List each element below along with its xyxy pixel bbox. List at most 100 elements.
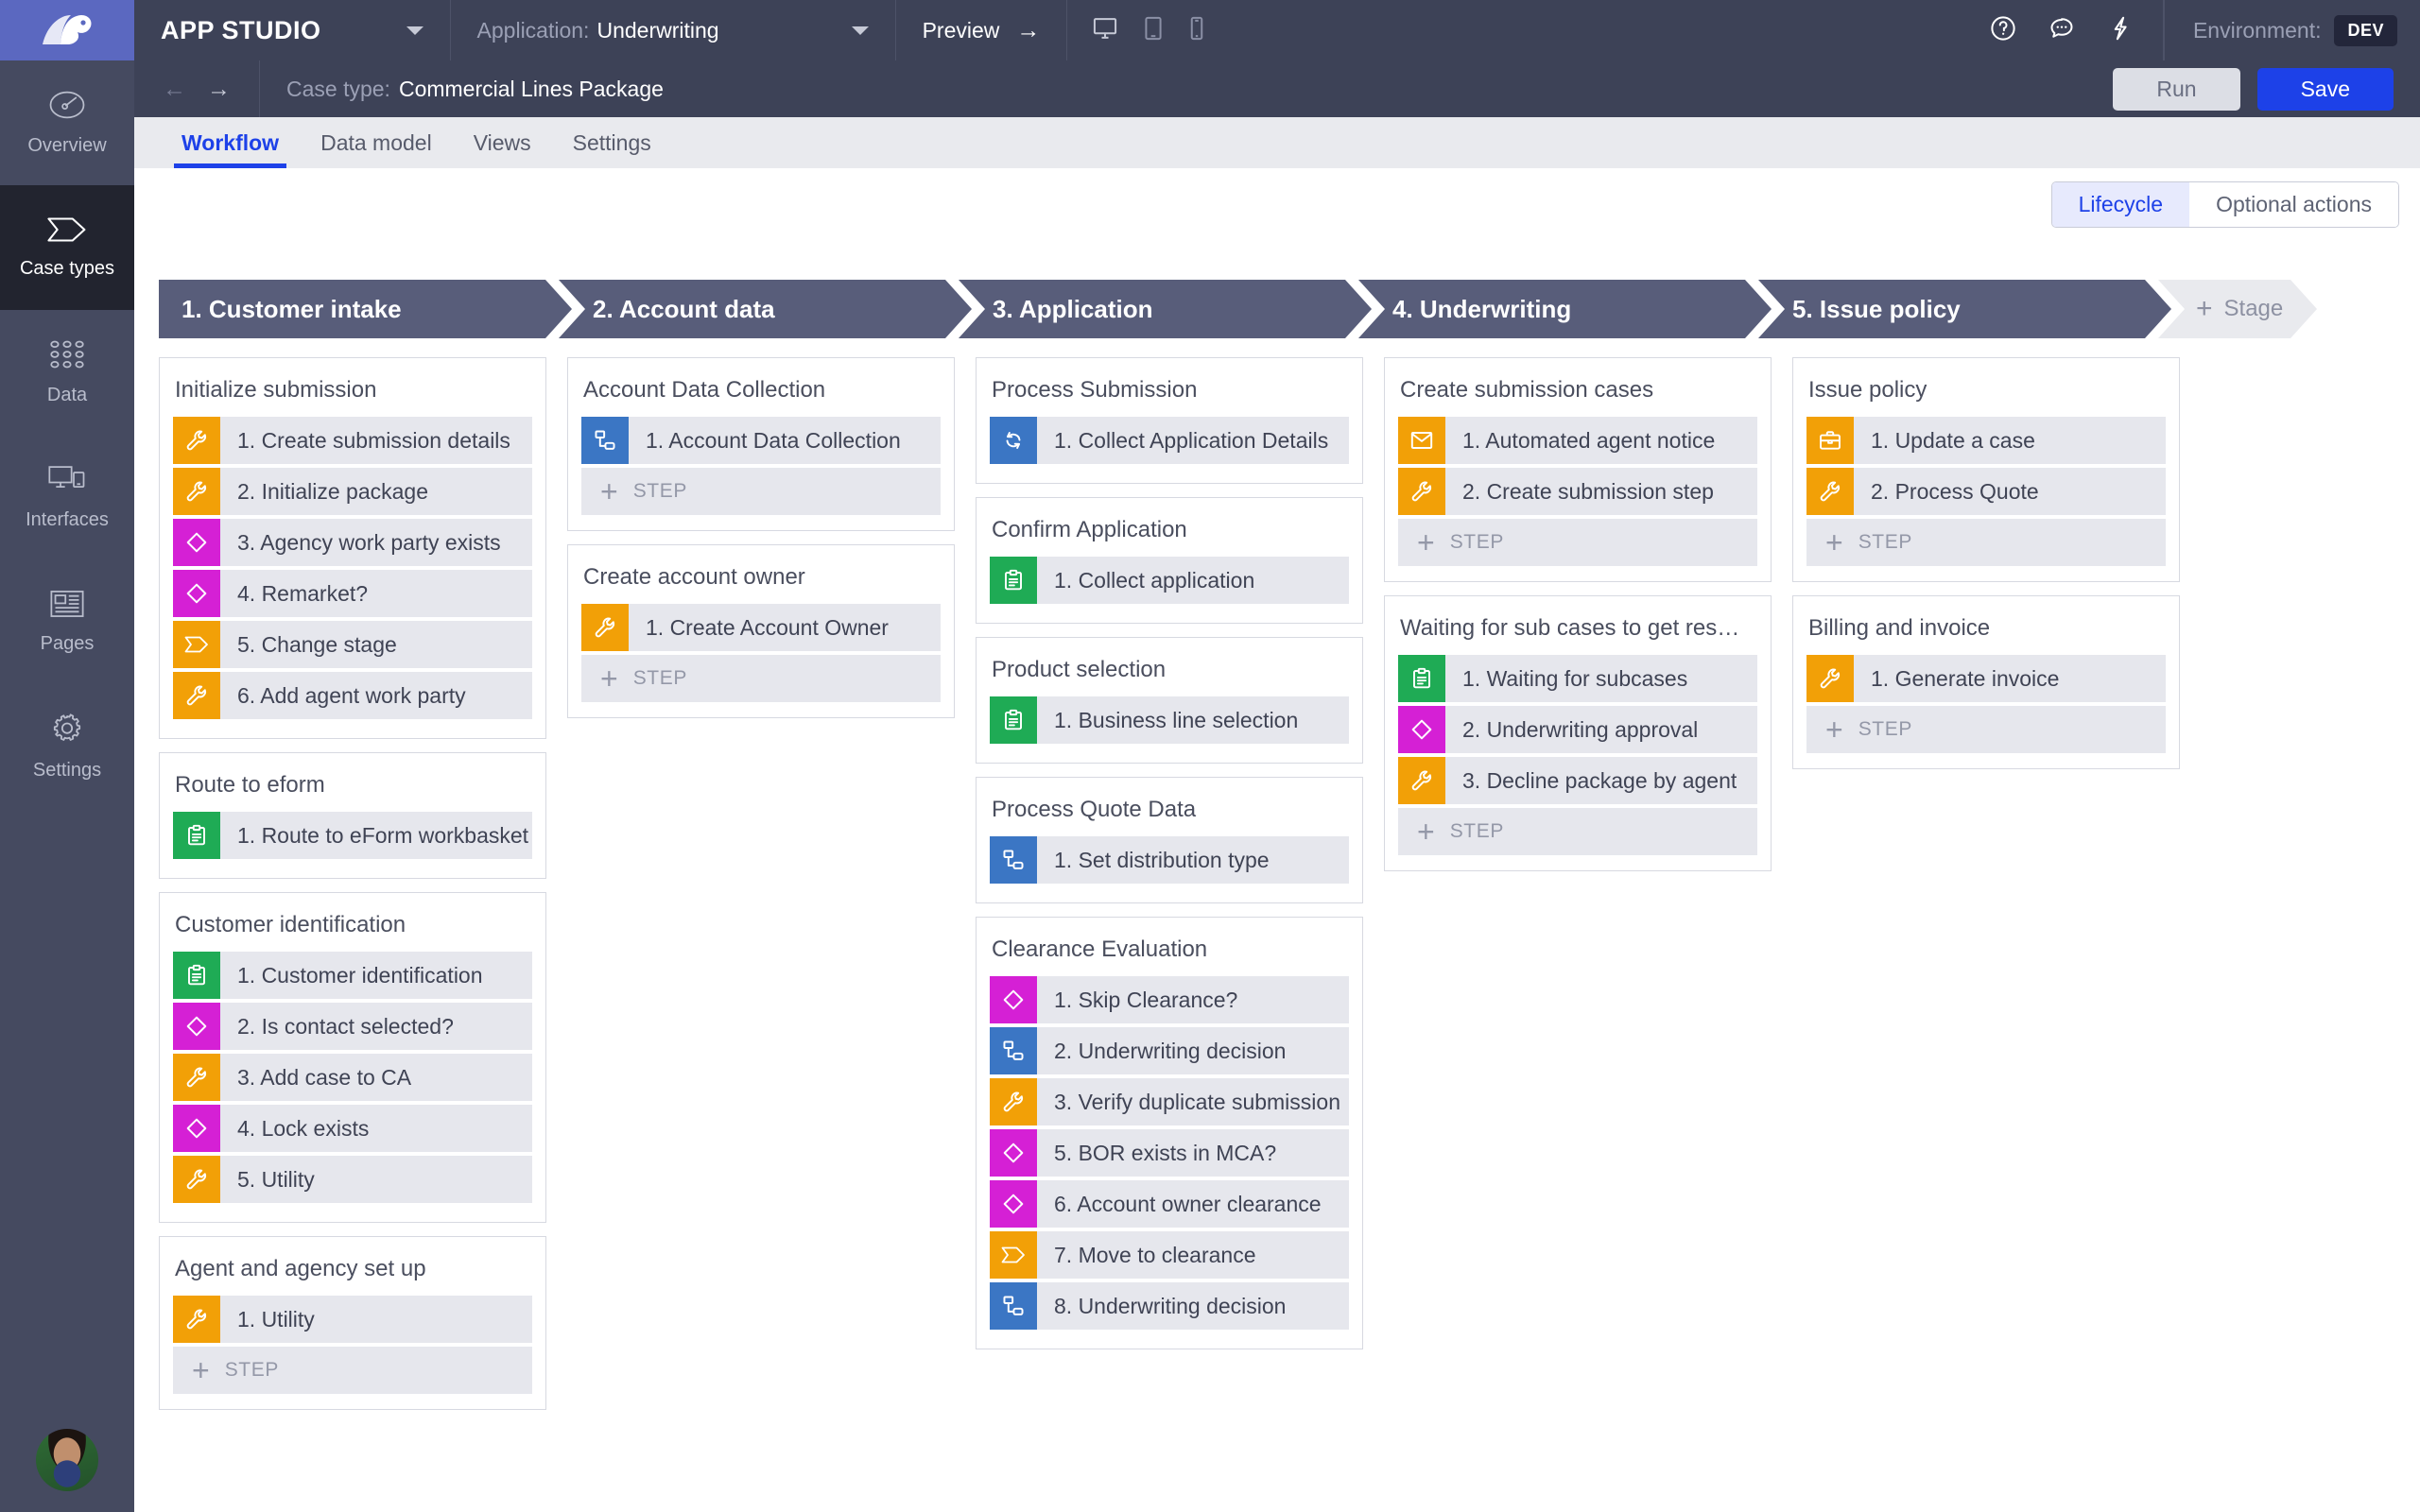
add-step-button[interactable]: + STEP [581,468,941,515]
stage-header[interactable]: 3. Application [959,280,1372,338]
workflow-step[interactable]: 2. Create submission step [1398,468,1757,515]
tab-views[interactable]: Views [453,130,552,168]
tablet-icon[interactable] [1143,15,1164,46]
step-label: 1. Route to eForm workbasket [237,822,529,848]
workflow-step[interactable]: 8. Underwriting decision [990,1282,1349,1330]
step-label: 1. Generate invoice [1871,665,2060,691]
workflow-step[interactable]: 3. Agency work party exists [173,519,532,566]
process-card[interactable]: Route to eform 1. Route to eForm workbas… [159,752,546,879]
stage-column: Account Data Collection 1. Account Data … [567,357,955,1410]
workflow-step[interactable]: 6. Account owner clearance [990,1180,1349,1228]
process-card[interactable]: Process Submission 1. Collect Applicatio… [976,357,1363,484]
process-card[interactable]: Agent and agency set up 1. Utility + STEP [159,1236,546,1410]
process-card[interactable]: Billing and invoice 1. Generate invoice +… [1792,595,2180,769]
app-studio-menu[interactable]: APP STUDIO [134,0,451,60]
workflow-step[interactable]: 4. Remarket? [173,570,532,617]
process-card[interactable]: Initialize submission 1. Create submissi… [159,357,546,739]
workflow-step[interactable]: 7. Move to clearance [990,1231,1349,1279]
chat-icon[interactable] [2048,14,2076,47]
avatar[interactable] [36,1429,98,1491]
workflow-step[interactable]: 5. Change stage [173,621,532,668]
workflow-step[interactable]: 1. Business line selection [990,696,1349,744]
chevron-down-icon[interactable] [406,26,424,35]
workflow-step[interactable]: 1. Waiting for subcases [1398,655,1757,702]
process-card[interactable]: Waiting for sub cases to get res… 1. Wai… [1384,595,1772,871]
workflow-step[interactable]: 6. Add agent work party [173,672,532,719]
workflow-step[interactable]: 1. Update a case [1806,417,2166,464]
workflow-step[interactable]: 1. Automated agent notice [1398,417,1757,464]
add-step-button[interactable]: + STEP [173,1347,532,1394]
workflow-step[interactable]: 1. Generate invoice [1806,655,2166,702]
workflow-step[interactable]: 1. Utility [173,1296,532,1343]
process-card[interactable]: Create submission cases 1. Automated age… [1384,357,1772,582]
workflow-step[interactable]: 1. Route to eForm workbasket [173,812,532,859]
workflow-step[interactable]: 1. Set distribution type [990,836,1349,884]
toggle-lifecycle[interactable]: Lifecycle [2051,182,2190,227]
workflow-step[interactable]: 3. Add case to CA [173,1054,532,1101]
stage-header[interactable]: 1. Customer intake [159,280,572,338]
process-card[interactable]: Confirm Application 1. Collect applicati… [976,497,1363,624]
workflow-step[interactable]: 1. Account Data Collection [581,417,941,464]
workflow-step[interactable]: 1. Create submission details [173,417,532,464]
workflow-step[interactable]: 1. Collect application [990,557,1349,604]
toggle-optional-actions[interactable]: Optional actions [2189,182,2398,227]
process-card[interactable]: Customer identification 1. Customer iden… [159,892,546,1223]
application-label: Application: [476,17,590,43]
tab-workflow[interactable]: Workflow [161,130,300,168]
workflow-step[interactable]: 2. Process Quote [1806,468,2166,515]
process-card[interactable]: Issue policy 1. Update a case 2. Process… [1792,357,2180,582]
stage-header[interactable]: 2. Account data [559,280,972,338]
workflow-step[interactable]: 1. Skip Clearance? [990,976,1349,1023]
stage-header[interactable]: 4. Underwriting [1358,280,1772,338]
process-title: Confirm Application [992,517,1187,542]
workflow-step[interactable]: 2. Initialize package [173,468,532,515]
workflow-step[interactable]: 5. BOR exists in MCA? [990,1129,1349,1177]
add-step-label: STEP [1449,531,1504,553]
add-step-button[interactable]: + STEP [1806,706,2166,753]
add-stage-button[interactable]: + Stage [2158,280,2317,338]
sidebar-item-pages[interactable]: Pages [0,559,134,684]
workflow-step[interactable]: 3. Verify duplicate submission [990,1078,1349,1125]
sidebar-item-case-types[interactable]: Case types [0,185,134,310]
run-button[interactable]: Run [2113,67,2240,111]
add-step-button[interactable]: + STEP [1806,519,2166,566]
process-card[interactable]: Create account owner 1. Create Account O… [567,544,955,718]
preview-button[interactable]: Preview → [896,0,1068,60]
lightning-icon[interactable] [2106,14,2135,47]
process-card[interactable]: Account Data Collection 1. Account Data … [567,357,955,531]
workflow-step[interactable]: 2. Underwriting approval [1398,706,1757,753]
add-step-button[interactable]: + STEP [1398,519,1757,566]
workflow-step[interactable]: 1. Collect Application Details [990,417,1349,464]
chevron-down-icon[interactable] [851,26,869,35]
process-card[interactable]: Process Quote Data 1. Set distribution t… [976,777,1363,903]
add-step-button[interactable]: + STEP [581,655,941,702]
pega-logo-icon[interactable] [0,0,134,60]
process-card[interactable]: Clearance Evaluation 1. Skip Clearance? 2… [976,917,1363,1349]
workflow-step[interactable]: 4. Lock exists [173,1105,532,1152]
workflow-step[interactable]: 1. Customer identification [173,952,532,999]
stage-header[interactable]: 5. Issue policy [1758,280,2171,338]
app-studio-label: APP STUDIO [161,15,321,44]
sidebar-item-settings[interactable]: Settings [0,684,134,809]
process-card[interactable]: Product selection 1. Business line selec… [976,637,1363,764]
add-step-button[interactable]: + STEP [1398,808,1757,855]
workflow-step[interactable]: 2. Is contact selected? [173,1003,532,1050]
sidebar-item-data[interactable]: Data [0,310,134,435]
add-step-label: STEP [1858,718,1912,740]
help-icon[interactable] [1989,14,2017,47]
loop-icon [990,417,1037,464]
workflow-step[interactable]: 2. Underwriting decision [990,1027,1349,1074]
desktop-icon[interactable] [1092,15,1118,46]
arrow-left-icon[interactable]: ← [163,77,186,101]
phone-icon[interactable] [1188,15,1205,46]
sidebar-item-interfaces[interactable]: Interfaces [0,435,134,559]
save-button[interactable]: Save [2256,67,2394,111]
workflow-step[interactable]: 3. Decline package by agent [1398,757,1757,804]
workflow-step[interactable]: 1. Create Account Owner [581,604,941,651]
sidebar-item-overview[interactable]: Overview [0,60,134,185]
arrow-right-icon[interactable]: → [207,77,231,101]
application-selector[interactable]: Application: Underwriting [451,0,896,60]
tab-settings[interactable]: Settings [552,130,672,168]
workflow-step[interactable]: 5. Utility [173,1156,532,1203]
tab-data-model[interactable]: Data model [300,130,453,168]
